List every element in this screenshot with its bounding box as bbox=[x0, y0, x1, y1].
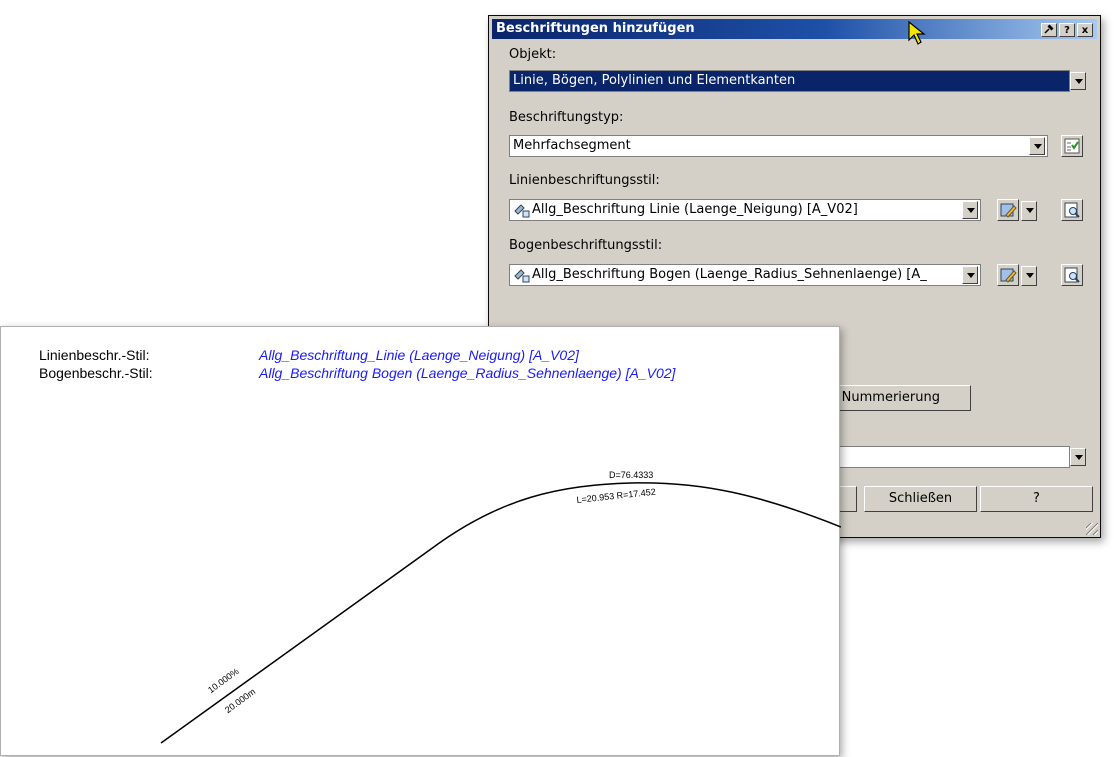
typ-select[interactable]: Mehrfachsegment bbox=[509, 135, 1048, 157]
bogen-edit-button[interactable] bbox=[997, 264, 1019, 286]
bogen-dropdown-arrow[interactable] bbox=[962, 266, 978, 284]
help-icon[interactable]: ? bbox=[1059, 23, 1075, 37]
cursor-icon bbox=[908, 20, 926, 45]
close-button[interactable]: Schließen bbox=[864, 486, 977, 512]
dialog-titlebar[interactable]: Beschriftungen hinzufügen ? x bbox=[492, 19, 1097, 39]
linien-style-select[interactable]: Allg_Beschriftung Linie (Laenge_Neigung)… bbox=[509, 199, 981, 221]
close-icon[interactable]: x bbox=[1077, 23, 1093, 37]
bogen-style-select[interactable]: Allg_Beschriftung Bogen (Laenge_Radius_S… bbox=[509, 264, 981, 286]
linien-dropdown-arrow[interactable] bbox=[962, 201, 978, 219]
settings-check-button[interactable] bbox=[1061, 135, 1083, 157]
typ-label: Beschriftungstyp: bbox=[509, 110, 624, 125]
objekt-select[interactable]: Linie, Bögen, Polylinien und Elementkant… bbox=[509, 70, 1070, 92]
alignment-line bbox=[160, 482, 841, 744]
edit-style-icon bbox=[1000, 203, 1017, 218]
objekt-dropdown-arrow[interactable] bbox=[1070, 72, 1086, 90]
bogen-preview-button[interactable] bbox=[1061, 264, 1083, 286]
resize-grip[interactable] bbox=[1086, 523, 1098, 535]
help-button[interactable]: ? bbox=[980, 486, 1093, 512]
drawing-preview: Linienbeschr.-Stil: Allg_Beschriftung_Li… bbox=[0, 326, 841, 756]
label-style-icon bbox=[514, 204, 530, 218]
magnify-icon bbox=[1064, 202, 1080, 218]
bottom-dropdown-arrow[interactable] bbox=[1070, 448, 1086, 466]
alignment-drawing bbox=[160, 482, 841, 744]
linien-edit-button[interactable] bbox=[997, 199, 1019, 221]
magnify-icon bbox=[1064, 267, 1080, 283]
bogen-edit-menu-arrow[interactable] bbox=[1021, 266, 1037, 286]
delta-label: D=76.4333 bbox=[609, 470, 654, 480]
linien-preview-button[interactable] bbox=[1061, 199, 1083, 221]
checklist-icon bbox=[1064, 138, 1080, 154]
objekt-label: Objekt: bbox=[509, 47, 557, 62]
linien-style-label: Linienbeschriftungsstil: bbox=[509, 173, 660, 188]
typ-dropdown-arrow[interactable] bbox=[1029, 137, 1045, 155]
label-style-icon bbox=[514, 269, 530, 283]
dialog-title: Beschriftungen hinzufügen bbox=[496, 21, 695, 36]
linien-edit-menu-arrow[interactable] bbox=[1021, 201, 1037, 221]
bogen-style-label: Bogenbeschriftungsstil: bbox=[509, 238, 663, 253]
pin-icon[interactable] bbox=[1041, 23, 1057, 37]
edit-style-icon bbox=[1000, 268, 1017, 283]
